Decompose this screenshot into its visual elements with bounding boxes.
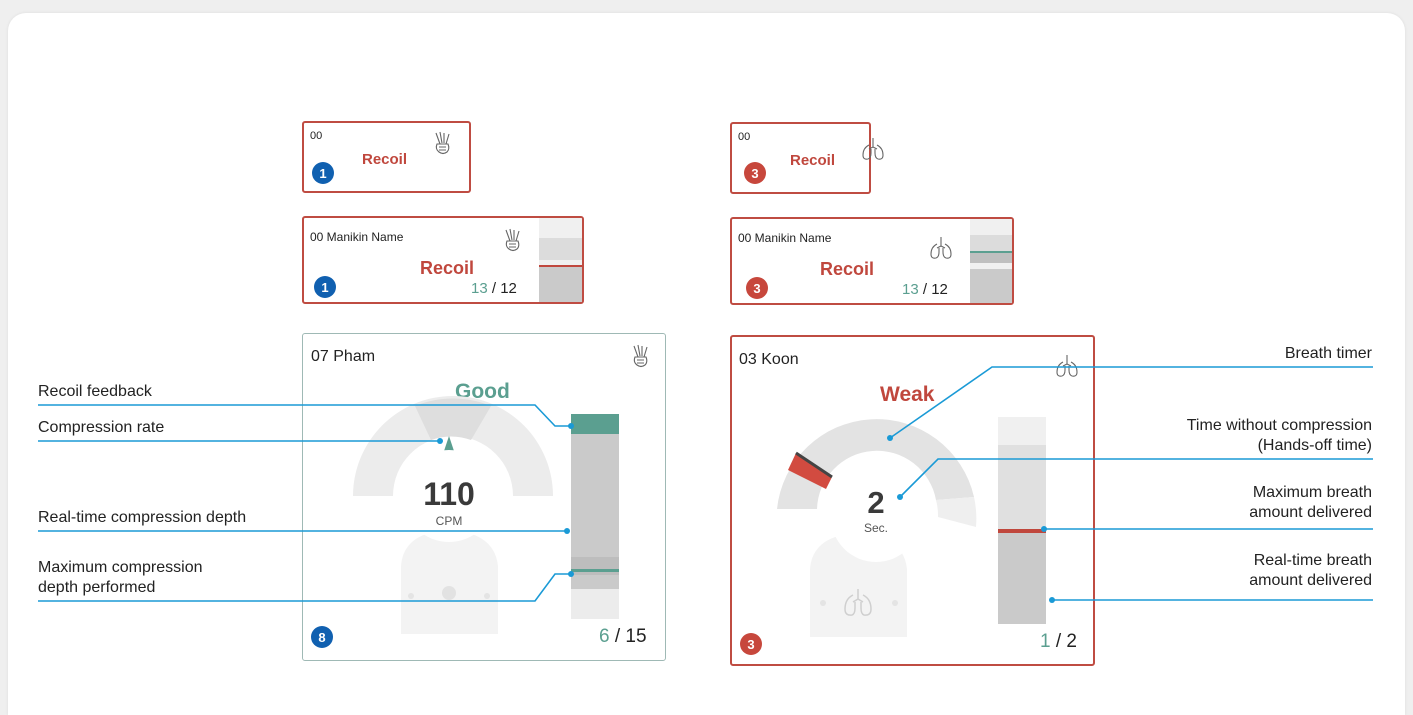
breath-bar [970, 219, 1012, 303]
callout-realtime-breath-line1: Real-time breath [1253, 552, 1372, 569]
hands-icon [628, 344, 654, 375]
manikin-number-badge: 1 [312, 162, 334, 184]
count-done: 1 [1040, 631, 1051, 652]
lungs-icon [928, 235, 954, 266]
callout-recoil-feedback: Recoil feedback [38, 383, 152, 400]
callout-max-breath-line2: amount delivered [1249, 504, 1372, 521]
count-done: 13 [902, 281, 919, 298]
breath-bar [998, 417, 1046, 624]
rate-unit: CPM [435, 514, 463, 528]
callout-max-breath: Maximum breath amount delivered [1249, 483, 1372, 523]
callout-hands-off: Time without compression (Hands-off time… [1187, 416, 1372, 456]
status-text: Recoil [820, 259, 875, 279]
count-target: / 2 [1055, 631, 1077, 652]
medium-card-ventilation: 00 Manikin Name 3 Recoil 13 / 12 [730, 217, 1014, 305]
lungs-icon [1054, 353, 1080, 384]
rate-value: 110 [423, 476, 475, 512]
status-text: Recoil [420, 258, 475, 278]
lungs-icon [860, 136, 886, 167]
callout-realtime-breath: Real-time breath amount delivered [1249, 551, 1372, 591]
status-text: Recoil [790, 152, 836, 169]
manikin-number-badge: 3 [744, 162, 766, 184]
manikin-name: 00 Manikin Name [738, 231, 832, 245]
manikin-id: 00 [738, 131, 751, 143]
status-text: Recoil [362, 151, 408, 168]
depth-bar-fill [539, 267, 582, 302]
count-done: 13 [471, 280, 488, 297]
figure-frame [8, 13, 1405, 715]
max-depth-marker [571, 569, 619, 572]
depth-bar [571, 414, 619, 619]
callout-max-depth-line2: depth performed [38, 579, 156, 596]
count-target: / 12 [922, 281, 948, 298]
manikin-number-badge: 3 [740, 633, 762, 655]
cycle-count: 13 / 12 [471, 280, 517, 297]
callout-hands-off-line1: Time without compression [1186, 417, 1372, 434]
count-target: / 12 [491, 280, 517, 297]
callout-realtime-depth: Real-time compression depth [38, 509, 247, 526]
count-target: / 15 [614, 626, 647, 647]
manikin-id: 00 [310, 130, 323, 142]
timer-value: 2 [867, 485, 885, 520]
callout-realtime-breath-line2: amount delivered [1249, 572, 1372, 589]
manikin-number-badge: 1 [314, 276, 336, 298]
callout-max-depth: Maximum compression depth performed [38, 558, 202, 598]
cycle-count: 1 / 2 [1040, 631, 1077, 653]
count-done: 6 [599, 626, 610, 647]
depth-bar-band [539, 238, 582, 260]
small-card-compression: 00 1 Recoil [302, 121, 471, 193]
depth-bar-lower-band [571, 557, 619, 575]
depth-bar [539, 218, 582, 302]
callout-max-breath-line1: Maximum breath [1252, 484, 1372, 501]
cycle-count: 6 / 15 [599, 626, 647, 648]
breath-bar-lower [970, 269, 1012, 303]
cycle-count: 13 / 12 [902, 281, 948, 298]
manikin-number-badge: 8 [311, 626, 333, 648]
compression-card: 07 Pham Good 110 CPM 8 6 / 15 [302, 333, 666, 661]
timer-unit: Sec. [863, 521, 888, 535]
callout-compression-rate: Compression rate [38, 419, 165, 436]
manikin-number-badge: 3 [746, 277, 768, 299]
torso-marker [442, 586, 456, 600]
hands-icon [430, 131, 456, 162]
breath-bar-fill [970, 253, 1012, 263]
callout-hands-off-line2: (Hands-off time) [1257, 437, 1372, 454]
medium-card-compression: 00 Manikin Name 1 Recoil 13 / 12 [302, 216, 584, 304]
breath-bar-fill [998, 530, 1046, 624]
max-depth-marker [539, 265, 582, 267]
max-breath-marker [998, 529, 1046, 533]
max-breath-marker [970, 251, 1012, 253]
ventilation-card: 03 Koon Weak 2 Sec. 3 1 / 2 [730, 335, 1095, 666]
breath-bar-band [998, 445, 1046, 530]
hands-icon [500, 228, 526, 259]
manikin-name: 00 Manikin Name [310, 230, 404, 244]
recoil-indicator [571, 414, 619, 434]
callout-max-depth-line1: Maximum compression [38, 559, 203, 576]
small-card-ventilation: 00 3 Recoil [730, 122, 884, 194]
callout-breath-timer: Breath timer [1284, 345, 1372, 362]
